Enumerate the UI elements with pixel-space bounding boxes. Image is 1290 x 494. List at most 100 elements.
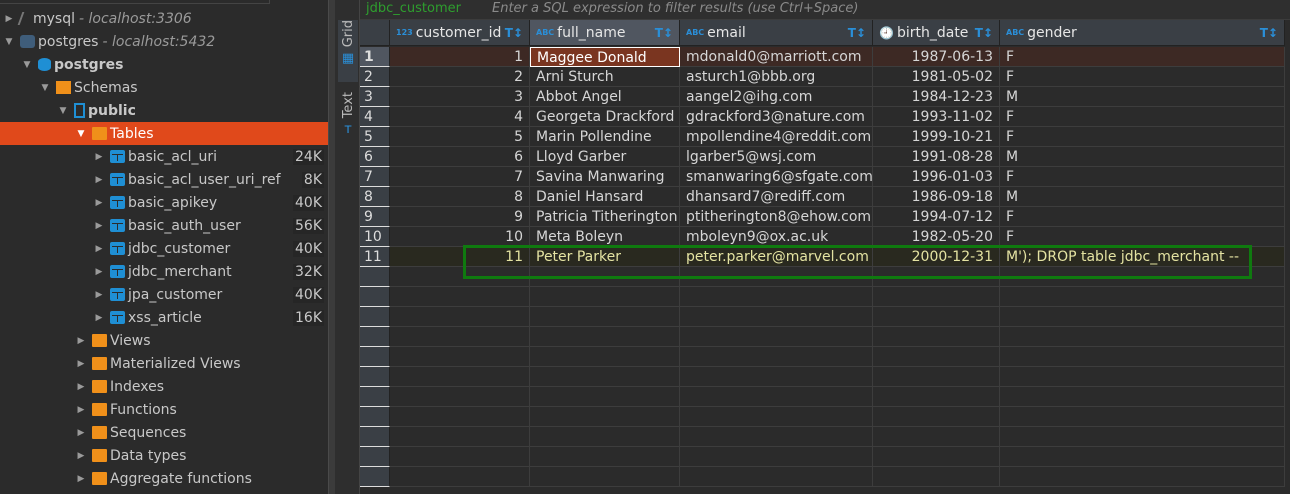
cell-full_name[interactable] [530,267,680,287]
expand-right-icon[interactable]: ▶ [94,198,104,208]
row-number[interactable]: 2 [360,67,390,87]
expand-right-icon[interactable]: ▶ [76,405,86,415]
cell-customer_id[interactable]: 5 [390,127,530,147]
cell-email[interactable]: mpollendine4@reddit.com [680,127,873,147]
cell-full_name[interactable] [530,407,680,427]
cell-birth_date[interactable] [873,367,1000,387]
tab-text[interactable]: Text ᴛ [338,92,358,152]
cell-full_name[interactable]: Meta Boleyn [530,227,680,247]
filter-sort-icon[interactable]: T↕ [655,26,673,40]
tree-item-data-types[interactable]: ▶ Data types [0,444,328,467]
tree-item-postgres[interactable]: ▼ postgres [0,53,328,76]
cell-email[interactable] [680,467,873,487]
cell-email[interactable]: dhansard7@rediff.com [680,187,873,207]
cell-birth_date[interactable]: 1982-05-20 [873,227,1000,247]
row-number[interactable]: 5 [360,127,390,147]
row-number[interactable]: 7 [360,167,390,187]
cell-customer_id[interactable]: 3 [390,87,530,107]
cell-full_name[interactable] [530,387,680,407]
cell-birth_date[interactable]: 2000-12-31 [873,247,1000,267]
expand-right-icon[interactable]: ▶ [4,14,14,24]
cell-full_name[interactable] [530,427,680,447]
cell-email[interactable]: peter.parker@marvel.com [680,247,873,267]
cell-birth_date[interactable] [873,307,1000,327]
cell-customer_id[interactable] [390,287,530,307]
cell-email[interactable] [680,347,873,367]
cell-gender[interactable] [1000,407,1285,427]
cell-full_name[interactable]: Savina Manwaring [530,167,680,187]
cell-birth_date[interactable] [873,347,1000,367]
cell-full_name[interactable]: Patricia Titherington [530,207,680,227]
row-number[interactable]: 4 [360,107,390,127]
expand-right-icon[interactable]: ▶ [94,313,104,323]
tree-item-mysql[interactable]: ▶ mysql - localhost:3306 [0,7,328,30]
cell-birth_date[interactable] [873,387,1000,407]
cell-email[interactable]: aangel2@ihg.com [680,87,873,107]
cell-email[interactable]: mboleyn9@ox.ac.uk [680,227,873,247]
cell-customer_id[interactable] [390,387,530,407]
cell-full_name[interactable]: Lloyd Garber [530,147,680,167]
tree-item-basic-apikey[interactable]: ▶ basic_apikey 40K [0,191,328,214]
cell-full_name[interactable]: Daniel Hansard [530,187,680,207]
expand-right-icon[interactable]: ▶ [76,451,86,461]
cell-birth_date[interactable]: 1994-07-12 [873,207,1000,227]
cell-birth_date[interactable] [873,447,1000,467]
tree-item-jdbc-customer[interactable]: ▶ jdbc_customer 40K [0,237,328,260]
cell-birth_date[interactable]: 1999-10-21 [873,127,1000,147]
cell-customer_id[interactable] [390,427,530,447]
cell-email[interactable] [680,267,873,287]
cell-birth_date[interactable] [873,327,1000,347]
cell-customer_id[interactable]: 2 [390,67,530,87]
cell-gender[interactable] [1000,447,1285,467]
tree-item-aggregate-functions[interactable]: ▶ Aggregate functions [0,467,328,490]
tree-item-functions[interactable]: ▶ Functions [0,398,328,421]
tree-item-xss-article[interactable]: ▶ xss_article 16K [0,306,328,329]
cell-email[interactable]: smanwaring6@sfgate.com [680,167,873,187]
cell-email[interactable] [680,447,873,467]
expand-right-icon[interactable]: ▶ [76,428,86,438]
expand-right-icon[interactable]: ▶ [76,474,86,484]
cell-customer_id[interactable]: 1 [390,47,530,67]
cell-email[interactable]: mdonald0@marriott.com [680,47,873,67]
cell-customer_id[interactable]: 9 [390,207,530,227]
cell-gender[interactable] [1000,327,1285,347]
cell-customer_id[interactable] [390,407,530,427]
cell-full_name[interactable] [530,467,680,487]
filter-sort-icon[interactable]: T↕ [848,26,866,40]
cell-gender[interactable] [1000,387,1285,407]
cell-customer_id[interactable] [390,327,530,347]
cell-customer_id[interactable] [390,307,530,327]
row-number[interactable]: 10 [360,227,390,247]
cell-email[interactable] [680,407,873,427]
tree-item-jdbc-merchant[interactable]: ▶ jdbc_merchant 32K [0,260,328,283]
expand-right-icon[interactable]: ▶ [76,336,86,346]
cell-customer_id[interactable] [390,267,530,287]
expand-right-icon[interactable]: ▶ [94,175,104,185]
expand-right-icon[interactable]: ▶ [76,382,86,392]
cell-birth_date[interactable]: 1986-09-18 [873,187,1000,207]
expand-down-icon[interactable]: ▼ [22,60,32,70]
expand-down-icon[interactable]: ▼ [58,106,68,116]
tree-item-tables[interactable]: ▼ Tables [0,122,328,145]
filter-input[interactable]: Enter a SQL expression to filter results… [492,0,858,18]
cell-customer_id[interactable]: 6 [390,147,530,167]
cell-gender[interactable] [1000,267,1285,287]
cell-full_name[interactable] [530,327,680,347]
cell-gender[interactable]: M [1000,147,1285,167]
cell-customer_id[interactable]: 4 [390,107,530,127]
column-header-email[interactable]: ABC email T↕ [680,20,873,46]
column-header-full_name[interactable]: ABC full_name T↕ [530,20,680,46]
cell-full_name[interactable]: Marin Pollendine [530,127,680,147]
cell-birth_date[interactable] [873,427,1000,447]
tree-item-materialized-views[interactable]: ▶ Materialized Views [0,352,328,375]
expand-right-icon[interactable]: ▶ [94,221,104,231]
tree-item-public[interactable]: ▼ public [0,99,328,122]
cell-gender[interactable] [1000,287,1285,307]
row-number[interactable]: 3 [360,87,390,107]
cell-full_name[interactable]: Abbot Angel [530,87,680,107]
cell-birth_date[interactable] [873,287,1000,307]
cell-birth_date[interactable] [873,407,1000,427]
row-number[interactable]: 11 [360,247,390,267]
cell-full_name[interactable] [530,447,680,467]
cell-email[interactable] [680,387,873,407]
